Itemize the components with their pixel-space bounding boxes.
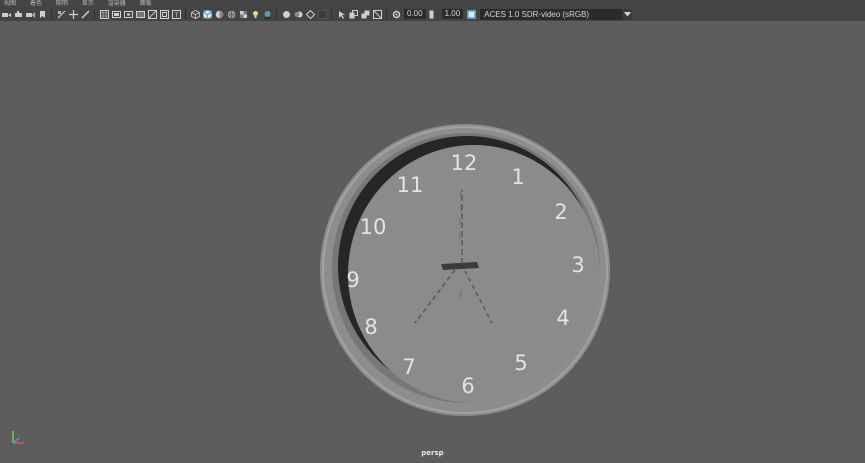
camera-attributes-icon[interactable] <box>14 10 23 19</box>
svg-text:T: T <box>173 12 178 19</box>
toolbar-separator <box>386 9 387 19</box>
view-transform-dropdown[interactable]: ACES 1.0 SDR-video (sRGB) <box>480 8 633 20</box>
select-camera-icon[interactable] <box>1 10 11 19</box>
chevron-down-icon[interactable] <box>622 8 633 20</box>
camera-tools-icon[interactable] <box>25 10 35 19</box>
grease-pencil-icon[interactable] <box>80 9 90 19</box>
2d-pan-zoom-icon[interactable] <box>68 9 78 19</box>
safe-title-icon[interactable]: T <box>171 9 181 19</box>
axis-gizmo-icon <box>12 431 24 444</box>
clock-numeral-7: 7 <box>402 355 415 379</box>
menu-lighting[interactable]: 照明 <box>56 0 68 7</box>
toolbar-separator <box>51 9 52 19</box>
color-management-icon[interactable] <box>466 9 476 19</box>
gate-mask-icon[interactable] <box>135 10 145 19</box>
menu-panels[interactable]: 面板 <box>140 0 152 7</box>
gamma-field[interactable]: 1.00 <box>441 9 464 19</box>
view-transform-label: ACES 1.0 SDR-video (sRGB) <box>484 9 590 19</box>
xray-active-components-icon[interactable] <box>361 10 370 19</box>
perspective-viewport[interactable]: 12 1 2 3 4 5 6 7 8 9 10 11 <box>0 21 865 463</box>
gamma-icon[interactable] <box>429 10 438 19</box>
bookmark-icon[interactable] <box>38 10 47 19</box>
motion-blur-icon[interactable] <box>294 10 303 19</box>
smooth-shade-icon[interactable] <box>202 9 212 19</box>
wireframe-on-shaded-icon[interactable] <box>227 10 236 19</box>
clock-numeral-9: 9 <box>346 268 359 292</box>
clock-numeral-11: 11 <box>397 173 424 197</box>
xray-joints-icon[interactable] <box>372 9 382 19</box>
isolate-select-icon[interactable] <box>337 10 346 19</box>
safe-action-icon[interactable] <box>159 9 169 19</box>
panel-menu-bar: 视图 着色 照明 显示 渲染器 面板 <box>0 0 865 7</box>
menu-view[interactable]: 视图 <box>4 0 16 7</box>
exposure-field[interactable]: 0.00 <box>404 9 426 19</box>
default-material-icon[interactable] <box>215 10 224 19</box>
clock-numeral-4: 4 <box>556 306 569 330</box>
depth-of-field-icon[interactable] <box>317 9 327 19</box>
toolbar-separator <box>331 9 332 19</box>
toolbar-separator <box>276 9 277 19</box>
shadows-icon[interactable] <box>263 10 272 19</box>
clock-numeral-1: 1 <box>511 165 524 189</box>
film-gate-icon[interactable] <box>111 10 121 19</box>
clock-face <box>348 145 600 403</box>
clock-model: 12 1 2 3 4 5 6 7 8 9 10 11 <box>320 124 610 416</box>
resolution-gate-icon[interactable] <box>123 10 133 19</box>
menu-shading[interactable]: 着色 <box>30 0 42 7</box>
menu-renderer[interactable]: 渲染器 <box>108 0 126 7</box>
clock-numeral-8: 8 <box>364 315 377 339</box>
clock-numeral-2: 2 <box>554 200 567 224</box>
ambient-occlusion-icon[interactable] <box>282 10 291 19</box>
exposure-icon[interactable] <box>392 10 401 19</box>
anti-aliasing-icon[interactable] <box>305 9 315 19</box>
clock-numeral-10: 10 <box>360 215 387 239</box>
xray-icon[interactable] <box>349 9 358 19</box>
camera-name-label: persp <box>421 449 444 457</box>
textured-icon[interactable] <box>239 10 248 19</box>
grid-icon[interactable] <box>99 9 109 19</box>
clock-numeral-5: 5 <box>514 351 527 375</box>
field-chart-icon[interactable] <box>147 9 157 19</box>
lights-icon[interactable] <box>251 10 260 19</box>
toolbar-separator <box>94 9 95 19</box>
wireframe-icon[interactable] <box>190 9 200 19</box>
clock-numeral-6: 6 <box>461 374 474 398</box>
image-plane-icon[interactable] <box>57 10 66 19</box>
panel-toolbar: T 0.00 1.00 ACES 1.0 SDR-video (sRGB) <box>0 7 865 21</box>
toolbar-separator <box>185 9 186 19</box>
clock-numeral-3: 3 <box>571 253 584 277</box>
clock-numeral-12: 12 <box>451 151 478 175</box>
menu-show[interactable]: 显示 <box>82 0 94 7</box>
